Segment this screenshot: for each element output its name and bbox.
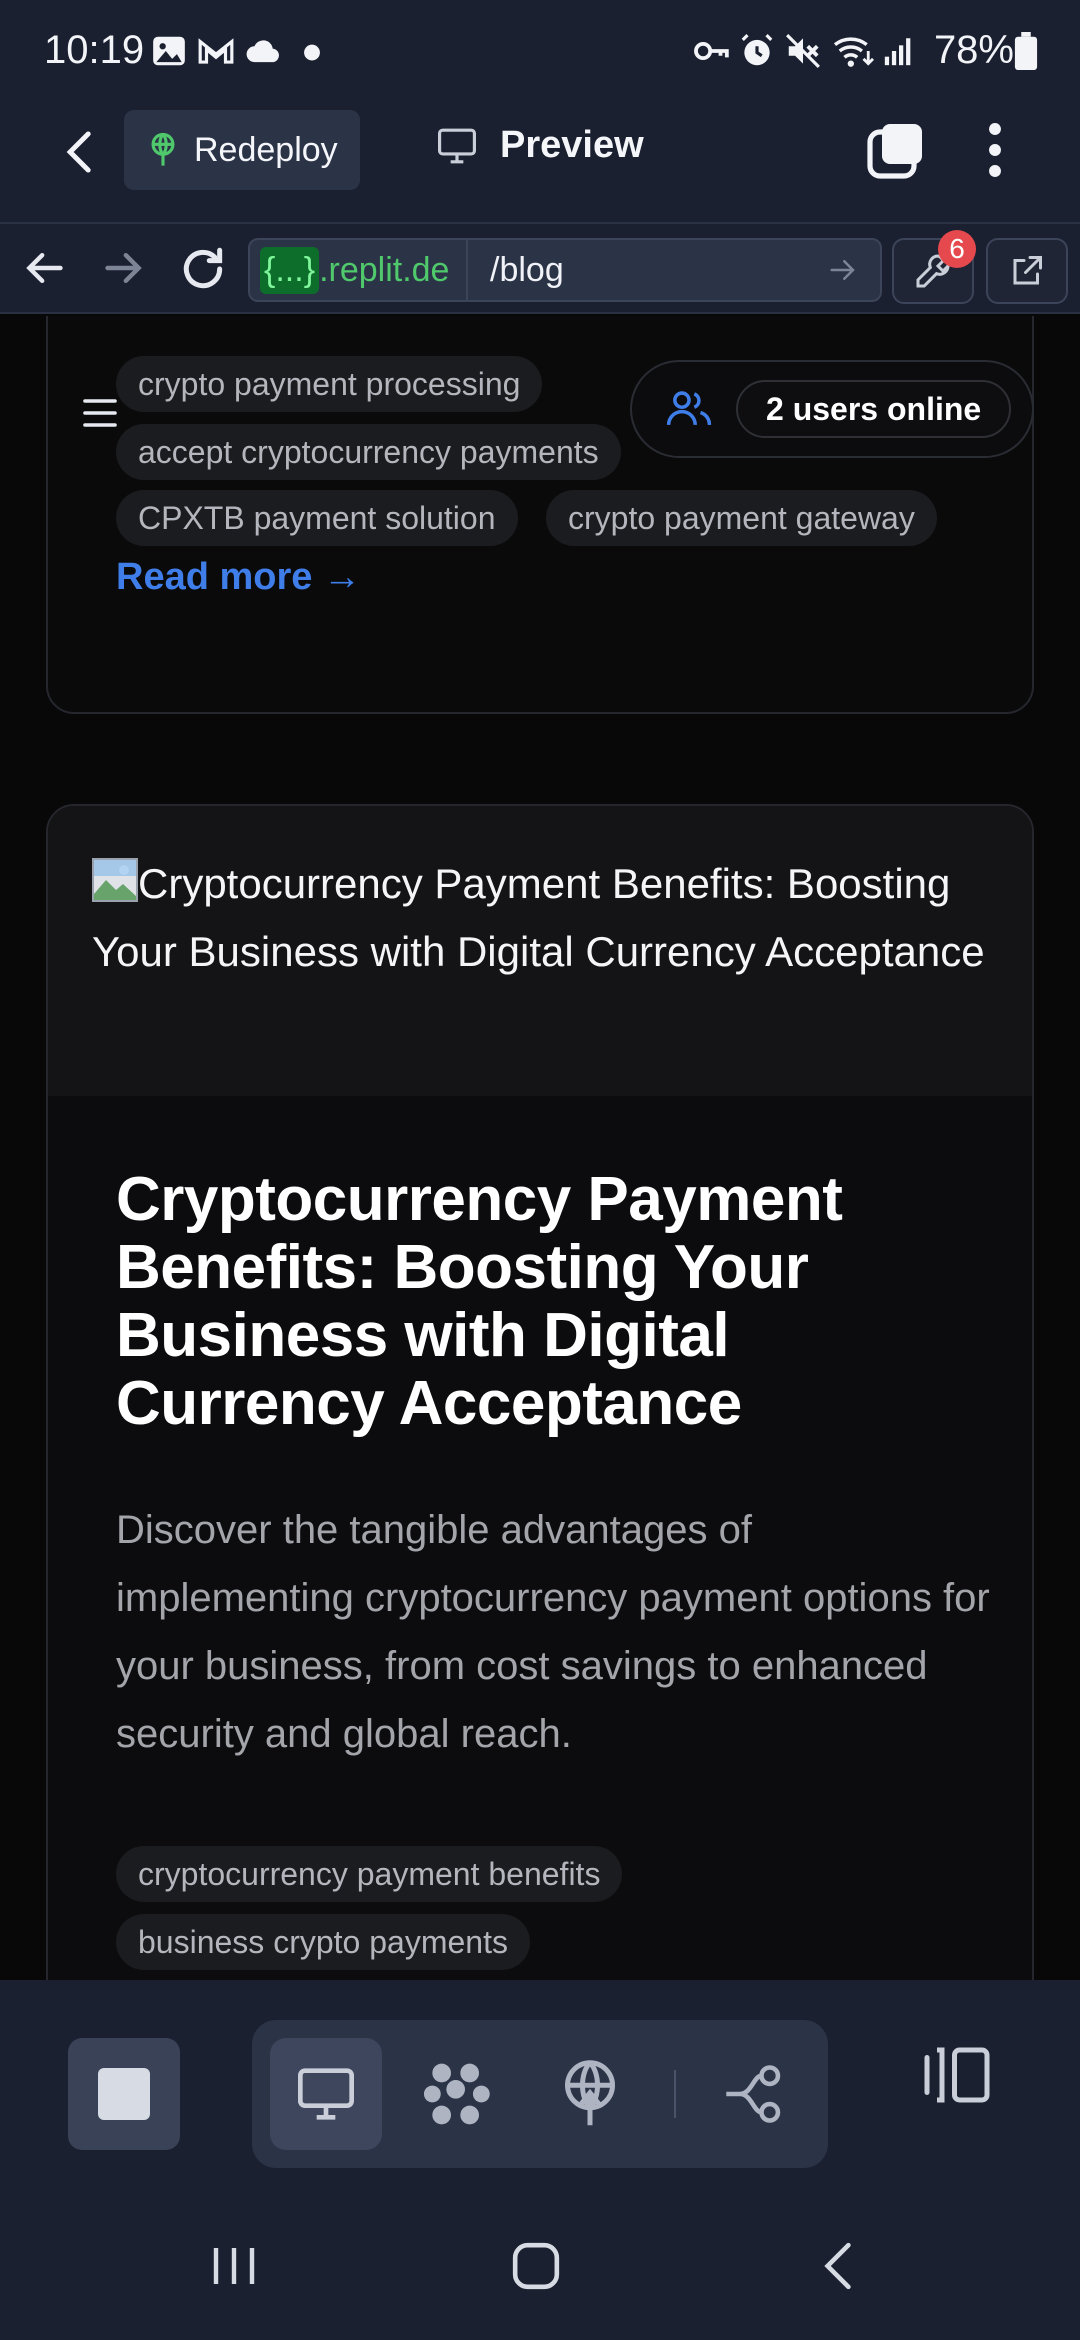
nav-forward-button[interactable] <box>102 246 150 294</box>
stop-button[interactable] <box>68 2038 180 2150</box>
tab-divider <box>674 2070 676 2118</box>
recents-icon <box>213 2248 255 2284</box>
tab-deployments[interactable] <box>534 2038 646 2150</box>
tag-chip[interactable]: CPXTB payment solution <box>116 490 518 546</box>
url-path: /blog <box>490 250 564 289</box>
tag-chip[interactable]: cryptocurrency payment benefits <box>116 1846 623 1902</box>
mute-icon <box>786 34 820 68</box>
dot-icon <box>304 44 320 61</box>
site-menu-button[interactable] <box>82 396 122 436</box>
url-input[interactable]: {...} .replit.de /blog <box>248 238 882 302</box>
users-icon <box>666 391 712 426</box>
url-domain-rest: .replit.de <box>319 250 450 289</box>
webview-url-bar: {...} .replit.de /blog 6 <box>0 222 1080 314</box>
tab-git[interactable] <box>700 2038 812 2150</box>
git-branch-icon <box>726 2065 781 2123</box>
tag-chip[interactable]: accept cryptocurrency payments <box>116 424 621 480</box>
tag-chip[interactable]: crypto payment gateway <box>546 490 937 546</box>
signal-icon <box>884 38 911 66</box>
system-nav-bar <box>0 2186 1080 2340</box>
redeploy-label: Redeploy <box>194 130 338 169</box>
alarm-icon <box>741 34 773 66</box>
broken-image-icon <box>92 858 138 902</box>
monitor-icon <box>298 2068 354 2120</box>
arrow-left-icon <box>26 252 63 284</box>
tabs-icon <box>867 124 922 179</box>
battery-icon <box>1014 32 1038 70</box>
battery-percent: 78% <box>933 28 1014 72</box>
tab-preview[interactable]: Preview <box>436 124 644 167</box>
wifi-icon <box>833 37 875 67</box>
open-external-button[interactable] <box>986 238 1068 304</box>
read-more-link[interactable]: Read more → <box>116 556 361 599</box>
gmail-icon <box>198 38 234 64</box>
post-description: Discover the tangible advantages of impl… <box>116 1508 990 1756</box>
monitor-icon <box>438 128 476 163</box>
recent-apps-button[interactable] <box>194 2226 274 2306</box>
tabs-switcher-button[interactable] <box>864 118 928 182</box>
layout-toggle-button[interactable] <box>922 2042 994 2114</box>
chevron-left-icon <box>824 2242 851 2290</box>
blog-card[interactable]: Cryptocurrency Payment Benefits: Boostin… <box>46 804 1034 1980</box>
key-icon <box>694 41 729 61</box>
tool-tabs <box>252 2020 828 2168</box>
external-link-icon <box>1013 256 1042 285</box>
go-arrow-icon[interactable] <box>828 255 858 285</box>
more-menu-button[interactable] <box>975 118 1015 182</box>
agent-icon <box>423 2063 490 2125</box>
hamburger-icon <box>83 399 117 427</box>
tag-chip[interactable]: crypto payment processing <box>116 356 543 412</box>
devtools-button[interactable]: 6 <box>892 230 976 304</box>
url-domain-pill: {...} <box>260 246 320 294</box>
reload-button[interactable] <box>178 244 230 296</box>
system-back-button[interactable] <box>798 2226 878 2306</box>
back-button[interactable] <box>50 122 110 182</box>
card-cover-image[interactable]: Cryptocurrency Payment Benefits: Boostin… <box>48 806 1032 1096</box>
status-bar: 10:19 78% <box>0 0 1080 100</box>
tab-preview-tool[interactable] <box>270 2038 382 2150</box>
workspace-header: Redeploy Preview <box>0 100 1080 222</box>
arrow-right-icon <box>105 252 142 284</box>
deploy-icon <box>151 132 175 166</box>
nav-back-button[interactable] <box>22 246 70 294</box>
image-alt-text: Cryptocurrency Payment Benefits: Boostin… <box>92 860 985 975</box>
home-button[interactable] <box>496 2226 576 2306</box>
tab-agent[interactable] <box>402 2038 514 2150</box>
gallery-icon <box>153 36 185 66</box>
preview-label: Preview <box>500 124 644 166</box>
status-time: 10:19 <box>44 28 145 72</box>
workspace-tool-dock <box>0 1980 1080 2194</box>
users-online-indicator: 2 users online <box>630 360 1034 458</box>
refresh-icon <box>183 247 223 289</box>
chevron-left-icon <box>66 131 91 173</box>
stop-icon <box>98 2068 150 2120</box>
split-view-icon <box>924 2047 990 2103</box>
home-icon <box>512 2242 560 2290</box>
url-domain: {...} .replit.de <box>250 240 468 300</box>
post-title[interactable]: Cryptocurrency Payment Benefits: Boostin… <box>116 1166 996 1438</box>
more-vertical-icon <box>989 123 1001 177</box>
cloud-icon <box>246 40 279 63</box>
tag-chip[interactable]: business crypto payments <box>116 1914 530 1970</box>
preview-webview[interactable]: crypto payment processing accept cryptoc… <box>0 316 1080 1980</box>
devtools-badge: 6 <box>938 230 976 268</box>
deploy-icon <box>565 2060 615 2126</box>
users-online-count: 2 users online <box>736 380 1012 438</box>
redeploy-button[interactable]: Redeploy <box>124 110 360 190</box>
